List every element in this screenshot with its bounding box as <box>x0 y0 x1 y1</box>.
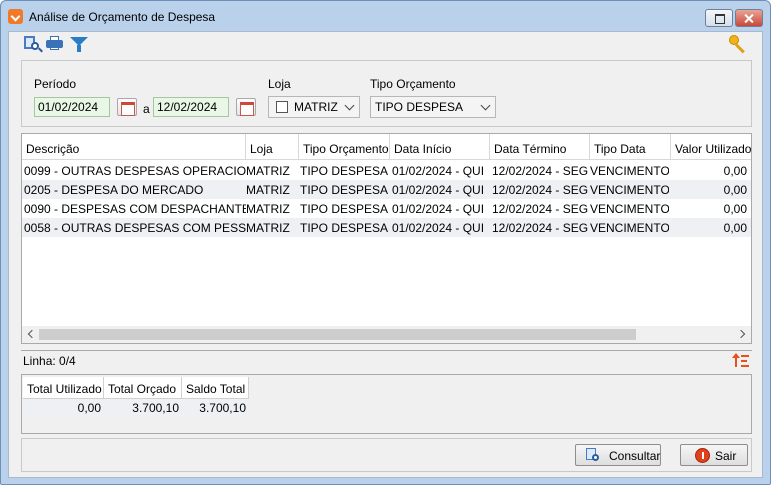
search-document-icon <box>586 448 602 464</box>
window-title: Análise de Orçamento de Despesa <box>29 10 216 24</box>
cell-data-inicio: 01/02/2024 - QUI <box>392 164 485 178</box>
cell-valor-utilizado: 0,00 <box>723 221 747 235</box>
column-header-data-inicio[interactable]: Data Início <box>390 134 490 160</box>
tipo-orcamento-select[interactable]: TIPO DESPESA <box>370 96 496 118</box>
footer-bar: Consultar Sair <box>21 438 752 472</box>
loja-label: Loja <box>268 77 291 91</box>
cell-descricao: 0205 - DESPESA DO MERCADO <box>24 183 204 197</box>
loja-value: MATRIZ <box>294 100 338 114</box>
date-separator: a <box>143 102 150 116</box>
total-orcado-value: 3.700,10 <box>104 399 181 417</box>
scroll-thumb[interactable] <box>39 329 636 340</box>
cell-loja: MATRIZ <box>246 221 290 235</box>
cell-descricao: 0090 - DESPESAS COM DESPACHANTES <box>24 202 246 216</box>
tipo-orcamento-label: Tipo Orçamento <box>370 77 456 91</box>
cell-data-inicio: 01/02/2024 - QUI <box>392 183 485 197</box>
sair-button[interactable]: Sair <box>680 444 748 466</box>
app-icon <box>8 9 23 24</box>
print-icon[interactable] <box>46 35 64 53</box>
cell-valor-utilizado: 0,00 <box>723 183 747 197</box>
loja-checkbox[interactable] <box>276 101 288 113</box>
loja-select[interactable]: MATRIZ <box>268 96 360 118</box>
cell-descricao: 0058 - OUTRAS DESPESAS COM PESSOAL <box>24 221 246 235</box>
cell-data-termino: 12/02/2024 - SEG <box>492 183 589 197</box>
window: Análise de Orçamento de Despesa Período … <box>0 0 771 485</box>
total-utilizado-header: Total Utilizado <box>23 377 104 399</box>
calendar-from-icon[interactable] <box>117 98 137 116</box>
exit-icon <box>695 448 710 463</box>
cell-loja: MATRIZ <box>246 202 290 216</box>
consultar-label: Consultar <box>609 449 661 463</box>
cell-data-termino: 12/02/2024 - SEG <box>492 202 589 216</box>
scroll-left-icon[interactable] <box>27 329 37 339</box>
cell-tipo-data: VENCIMENTO <box>590 164 669 178</box>
close-button[interactable] <box>735 9 763 27</box>
cell-tipo-data: VENCIMENTO <box>590 221 669 235</box>
date-to-input[interactable]: 12/02/2024 <box>153 97 229 117</box>
status-bar: Linha: 0/4 <box>21 350 752 368</box>
key-icon[interactable] <box>729 35 749 54</box>
client-area: Período 01/02/2024 a 12/02/2024 Loja MAT… <box>8 31 763 478</box>
column-header-data-termino[interactable]: Data Término <box>490 134 590 160</box>
column-header-valor-utilizado[interactable]: Valor Utilizado <box>671 134 751 160</box>
cell-descricao: 0099 - OUTRAS DESPESAS OPERACIONAIS <box>24 164 246 178</box>
filter-panel: Período 01/02/2024 a 12/02/2024 Loja MAT… <box>21 60 752 127</box>
cell-data-termino: 12/02/2024 - SEG <box>492 221 589 235</box>
cell-loja: MATRIZ <box>246 164 290 178</box>
saldo-total-value: 3.700,10 <box>182 399 248 417</box>
total-utilizado-value: 0,00 <box>23 399 103 417</box>
date-from-input[interactable]: 01/02/2024 <box>34 97 110 117</box>
results-grid[interactable]: Descrição Loja Tipo Orçamento Data Iníci… <box>21 133 752 344</box>
restore-button[interactable] <box>705 9 733 27</box>
cell-loja: MATRIZ <box>246 183 290 197</box>
column-header-tipo-orcamento[interactable]: Tipo Orçamento <box>299 134 390 160</box>
cell-valor-utilizado: 0,00 <box>723 164 747 178</box>
chevron-down-icon <box>344 100 355 111</box>
scroll-right-icon[interactable] <box>736 329 746 339</box>
table-row[interactable]: 0205 - DESPESA DO MERCADO MATRIZ TIPO DE… <box>22 180 751 199</box>
total-orcado-header: Total Orçado <box>104 377 182 399</box>
calendar-to-icon[interactable] <box>236 98 256 116</box>
cell-data-inicio: 01/02/2024 - QUI <box>392 202 485 216</box>
cell-tipo-orcamento: TIPO DESPESA <box>300 221 389 235</box>
table-row[interactable]: 0099 - OUTRAS DESPESAS OPERACIONAIS MATR… <box>22 161 751 180</box>
cell-tipo-data: VENCIMENTO <box>590 183 669 197</box>
horizontal-scrollbar[interactable] <box>22 326 751 343</box>
title-bar[interactable]: Análise de Orçamento de Despesa <box>1 1 770 31</box>
column-header-tipo-data[interactable]: Tipo Data <box>590 134 671 160</box>
column-header-descricao[interactable]: Descrição <box>22 134 246 160</box>
periodo-label: Período <box>34 77 77 91</box>
cell-tipo-orcamento: TIPO DESPESA <box>300 183 389 197</box>
row-count-label: Linha: 0/4 <box>23 354 76 368</box>
cell-tipo-orcamento: TIPO DESPESA <box>300 164 389 178</box>
column-header-loja[interactable]: Loja <box>246 134 299 160</box>
chevron-down-icon <box>480 100 491 111</box>
cell-data-termino: 12/02/2024 - SEG <box>492 164 589 178</box>
table-row[interactable]: 0058 - OUTRAS DESPESAS COM PESSOAL MATRI… <box>22 218 751 237</box>
cell-tipo-orcamento: TIPO DESPESA <box>300 202 389 216</box>
saldo-total-header: Saldo Total <box>182 377 249 399</box>
table-row[interactable]: 0090 - DESPESAS COM DESPACHANTES MATRIZ … <box>22 199 751 218</box>
cell-valor-utilizado: 0,00 <box>723 202 747 216</box>
sair-label: Sair <box>715 449 737 463</box>
search-document-icon[interactable] <box>24 35 43 53</box>
tipo-orcamento-value: TIPO DESPESA <box>375 100 464 114</box>
consultar-button[interactable]: Consultar <box>575 444 661 466</box>
sort-icon[interactable] <box>732 353 749 368</box>
cell-data-inicio: 01/02/2024 - QUI <box>392 221 485 235</box>
filter-icon[interactable] <box>70 35 88 53</box>
totals-panel: Total Utilizado Total Orçado Saldo Total… <box>21 374 752 434</box>
cell-tipo-data: VENCIMENTO <box>590 202 669 216</box>
